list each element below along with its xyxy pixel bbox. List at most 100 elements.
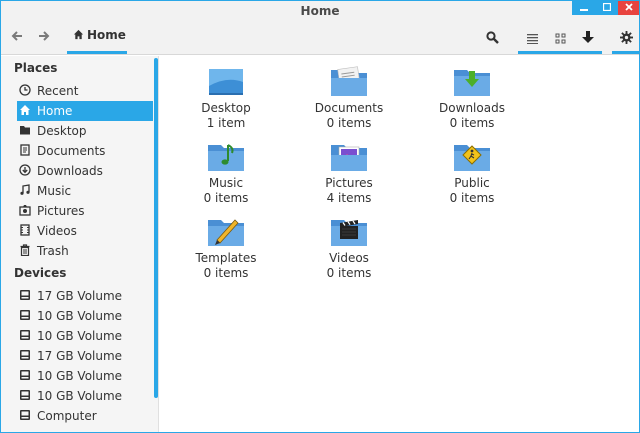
folder-videos[interactable]: Videos 0 items: [294, 216, 404, 280]
drive-icon: [20, 290, 30, 300]
drive-icon: [20, 370, 30, 380]
minimize-button[interactable]: [572, 1, 595, 15]
sidebar-item-label: 10 GB Volume: [37, 329, 123, 343]
music-folder-icon: [208, 144, 244, 171]
drive-icon: [20, 350, 30, 360]
arrow-left-icon: [11, 31, 22, 41]
home-icon: [73, 29, 84, 40]
folder-name: Videos: [329, 251, 369, 265]
sidebar-item-label: Documents: [37, 144, 106, 158]
folder-name: Downloads: [439, 101, 505, 115]
folder-count: 0 items: [326, 266, 372, 280]
maximize-button[interactable]: [595, 1, 618, 15]
folder-pictures[interactable]: Pictures 4 items: [294, 141, 404, 205]
folder-count: 1 item: [206, 116, 246, 130]
folder-name: Pictures: [325, 176, 373, 190]
sidebar-item-label: Music: [37, 184, 72, 198]
sidebar-item-documents[interactable]: Documents: [19, 141, 153, 161]
folder-name: Public: [454, 176, 490, 190]
devices-heading: Devices: [14, 266, 67, 280]
sidebar-item-recent[interactable]: Recent: [19, 81, 153, 101]
list-view-icon: [526, 34, 538, 44]
sidebar-item-videos[interactable]: Videos: [19, 221, 153, 241]
home-icon: [20, 105, 30, 115]
sidebar-item-desktop[interactable]: Desktop: [19, 121, 153, 141]
search-icon: [485, 31, 499, 44]
templates-folder-icon: [208, 219, 244, 246]
drive-icon: [20, 330, 30, 340]
folder-documents[interactable]: Documents 0 items: [294, 66, 404, 130]
search-button[interactable]: [478, 23, 506, 54]
folder-icon: [20, 126, 30, 135]
download-circle-icon: [19, 164, 31, 176]
folder-desktop[interactable]: Desktop 1 item: [171, 66, 281, 130]
document-icon: [20, 144, 30, 156]
folder-name: Music: [208, 176, 244, 190]
sidebar-item-device[interactable]: 17 GB Volume: [19, 286, 153, 306]
list-view-button[interactable]: [518, 23, 546, 54]
folder-count: 0 items: [203, 266, 249, 280]
file-view: Desktop 1 item Documents 0 items Downloa…: [161, 56, 639, 432]
downloads-folder-icon: [454, 70, 490, 96]
grid-view-icon: [555, 33, 565, 44]
sidebar-item-device[interactable]: 10 GB Volume: [19, 326, 153, 346]
folder-count: 4 items: [326, 191, 372, 205]
folder-downloads[interactable]: Downloads 0 items: [417, 66, 527, 130]
sidebar-item-computer[interactable]: Computer: [19, 406, 153, 426]
folder-music[interactable]: Music 0 items: [171, 141, 281, 205]
music-icon: [20, 184, 30, 195]
toolbar: Home: [1, 23, 639, 55]
sidebar-item-trash[interactable]: Trash: [19, 241, 153, 261]
file-manager-window: Home Home Places Recent Home Desktop Doc…: [0, 0, 640, 433]
sidebar-item-label: 10 GB Volume: [37, 369, 123, 383]
sidebar-item-device[interactable]: 10 GB Volume: [19, 386, 153, 406]
gear-icon: [619, 31, 633, 44]
forward-button[interactable]: [32, 26, 56, 48]
back-button[interactable]: [5, 26, 29, 48]
grid-view-button[interactable]: [546, 23, 574, 54]
window-title: Home: [300, 4, 340, 18]
clock-icon: [19, 84, 31, 96]
folder-name: Templates: [195, 251, 257, 265]
folder-count: 0 items: [449, 191, 495, 205]
sidebar-item-home[interactable]: Home: [17, 101, 153, 121]
videos-folder-icon: [331, 220, 367, 246]
sidebar-item-downloads[interactable]: Downloads: [19, 161, 153, 181]
sidebar-item-label: 10 GB Volume: [37, 389, 123, 403]
breadcrumb-label: Home: [87, 28, 126, 42]
film-icon: [20, 224, 30, 236]
documents-folder-icon: [331, 66, 367, 96]
arrow-right-icon: [39, 31, 50, 41]
sidebar-item-label: Computer: [37, 409, 97, 423]
sidebar-item-device[interactable]: 10 GB Volume: [19, 366, 153, 386]
picture-icon: [19, 205, 31, 216]
close-icon: [624, 3, 633, 11]
desktop-folder-icon: [209, 69, 243, 95]
drive-icon: [20, 410, 30, 420]
sidebar-scrollbar[interactable]: [154, 58, 158, 398]
folder-public[interactable]: Public 0 items: [417, 141, 527, 205]
drive-icon: [20, 310, 30, 320]
folder-count: 0 items: [449, 116, 495, 130]
drive-icon: [20, 390, 30, 400]
title-bar[interactable]: Home: [1, 1, 639, 23]
sidebar-item-label: Recent: [37, 84, 79, 98]
folder-name: Documents: [314, 101, 384, 115]
sidebar-item-label: Videos: [37, 224, 77, 238]
breadcrumb-home[interactable]: Home: [67, 23, 127, 54]
public-folder-icon: [454, 145, 490, 171]
folder-templates[interactable]: Templates 0 items: [171, 216, 281, 280]
sidebar-item-device[interactable]: 10 GB Volume: [19, 306, 153, 326]
folder-name: Desktop: [201, 101, 251, 115]
sidebar-item-pictures[interactable]: Pictures: [19, 201, 153, 221]
sidebar-item-label: 10 GB Volume: [37, 309, 123, 323]
maximize-icon: [602, 2, 611, 12]
sidebar-item-music[interactable]: Music: [19, 181, 153, 201]
settings-button[interactable]: [612, 23, 639, 54]
download-icon: [582, 31, 594, 43]
close-button[interactable]: [618, 1, 639, 15]
trash-icon: [20, 244, 30, 256]
download-button[interactable]: [574, 23, 602, 54]
sidebar-item-device[interactable]: 17 GB Volume: [19, 346, 153, 366]
sidebar-item-label: Home: [37, 104, 73, 118]
